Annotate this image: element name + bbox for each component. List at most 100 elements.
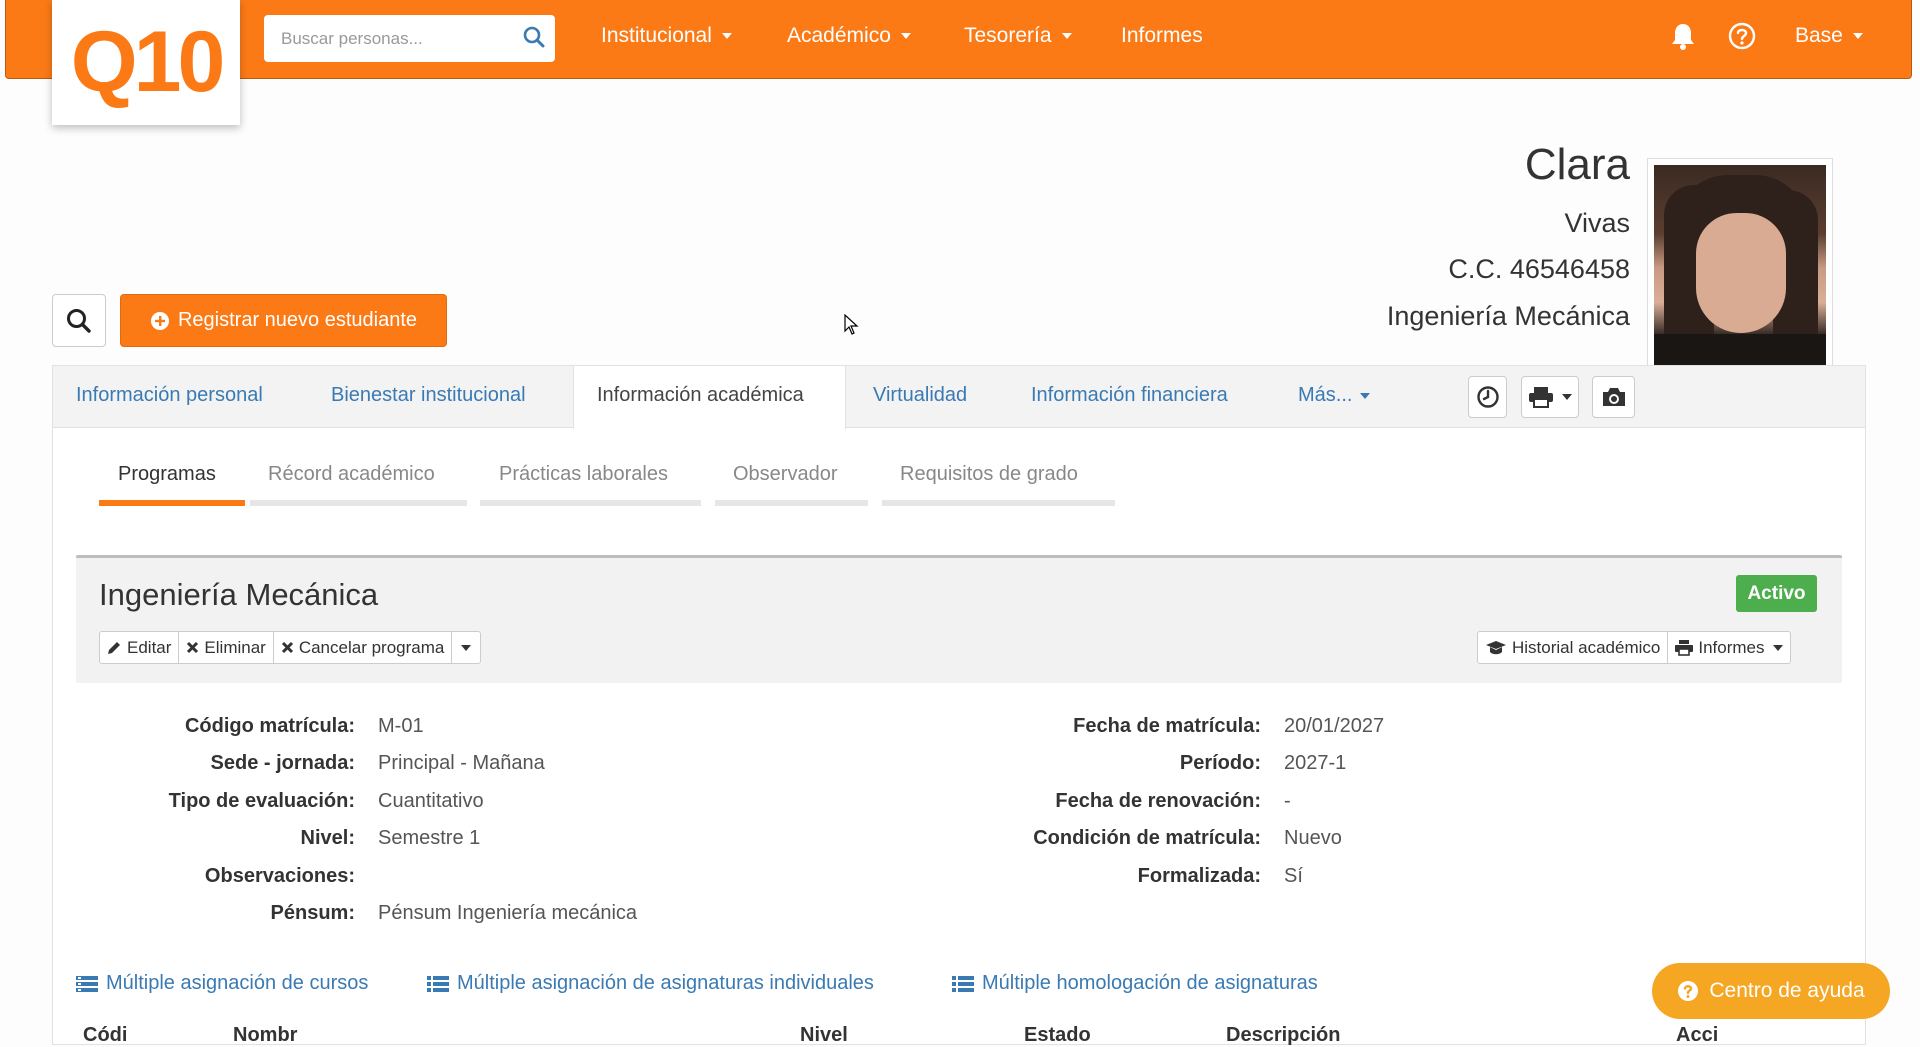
link-label: Múltiple asignación de cursos [106,972,369,994]
link-label: Múltiple homologación de asignaturas [982,972,1318,994]
detail-value: Semestre 1 [378,827,481,849]
printer-icon [1675,639,1694,656]
detail-label: Nivel: [300,827,355,849]
delete-label: Eliminar [204,637,266,657]
print-dropdown-button[interactable] [1521,376,1579,418]
detail-value: M-01 [378,715,424,737]
caret-down-icon [721,33,732,39]
nav-institucional[interactable]: Institucional [601,24,732,48]
subtab-practicas-laborales[interactable]: Prácticas laborales [499,463,668,486]
plus-circle-icon [150,311,169,330]
help-circle-icon[interactable] [1728,22,1756,55]
caret-down-icon [1061,33,1072,39]
subtab-programas[interactable]: Programas [118,463,216,486]
caret-down-icon [1773,644,1784,651]
detail-label: Fecha de matrícula: [1073,715,1261,737]
detail-value: Sí [1284,865,1303,887]
register-student-button[interactable]: Registrar nuevo estudiante [120,294,447,347]
historial-label: Historial académico [1512,637,1661,657]
search-icon[interactable] [523,26,545,53]
edit-program-button[interactable]: Editar [100,632,180,663]
nav-informes[interactable]: Informes [1121,24,1203,48]
nav-academico[interactable]: Académico [787,24,911,48]
tab-virtualidad[interactable]: Virtualidad [873,384,967,407]
table-header-cell: Estado [1024,1024,1091,1046]
caret-down-icon [461,644,472,651]
detail-value: Nuevo [1284,827,1342,849]
caret-down-icon [900,33,911,39]
delete-program-button[interactable]: Eliminar [179,632,274,663]
app-logo[interactable]: Q10 [52,0,240,125]
photo-button[interactable] [1592,376,1635,418]
cancel-program-label: Cancelar programa [298,637,445,657]
program-actions-group: Editar Eliminar Cancelar programa [99,631,482,664]
tab-mas-label: Más... [1298,384,1353,406]
student-last-name: Vivas [1564,208,1630,238]
question-circle-icon [1678,981,1699,1001]
multiple-subject-assignment-link[interactable]: Múltiple asignación de asignaturas indiv… [427,972,874,995]
history-button[interactable] [1468,376,1507,418]
informes-label: Informes [1698,637,1765,657]
tab-mas[interactable]: Más... [1298,384,1371,407]
program-title: Ingeniería Mecánica [99,577,379,612]
detail-label: Fecha de renovación: [1055,790,1261,812]
detail-label: Código matrícula: [184,715,355,737]
detail-value: - [1284,790,1291,812]
program-reports-group: Historial académico Informes [1477,631,1792,664]
register-student-label: Registrar nuevo estudiante [177,309,418,331]
user-menu[interactable]: Base [1795,24,1863,48]
times-icon [187,641,199,654]
clock-icon [1476,386,1499,408]
student-program: Ingeniería Mecánica [1386,301,1630,331]
informes-dropdown-button[interactable]: Informes [1668,632,1790,663]
help-center-button[interactable]: Centro de ayuda [1652,963,1890,1019]
student-first-name: Clara [1524,140,1630,189]
nav-label: Institucional [601,24,712,47]
multiple-course-assignment-link[interactable]: Múltiple asignación de cursos [76,972,368,995]
detail-value: Pénsum Ingeniería mecánica [378,902,638,924]
table-header-cell: Nombr [233,1024,298,1046]
tab-informacion-academica[interactable]: Información académica [597,384,804,407]
table-header-cell: Nivel [800,1024,848,1046]
table-header-cell: Acci [1676,1024,1719,1046]
table-header-cell: Descripción [1226,1024,1341,1046]
subtab-observador[interactable]: Observador [733,463,838,486]
user-menu-label: Base [1795,24,1843,47]
printer-icon [1529,387,1553,408]
tasks-icon [76,975,98,992]
subtab-indicator [882,500,1115,506]
tab-informacion-personal[interactable]: Información personal [76,384,263,407]
detail-label: Observaciones: [204,865,355,887]
multiple-homologation-link[interactable]: Múltiple homologación de asignaturas [952,972,1318,995]
caret-down-icon [1852,33,1863,39]
subtab-requisitos-de-grado[interactable]: Requisitos de grado [900,463,1078,486]
mouse-cursor-icon [844,314,859,335]
subtab-record-academico[interactable]: Récord académico [268,463,435,486]
detail-label: Tipo de evaluación: [168,790,355,812]
nav-tesoreria[interactable]: Tesorería [964,24,1072,48]
people-search-input[interactable] [264,28,504,49]
program-actions-dropdown[interactable] [452,632,480,663]
help-center-label: Centro de ayuda [1709,979,1865,1002]
nav-label: Académico [787,24,891,47]
cancel-program-button[interactable]: Cancelar programa [274,632,453,663]
detail-value: 20/01/2027 [1284,715,1385,737]
people-search [264,15,555,62]
detail-label: Período: [1179,752,1261,774]
subtab-indicator [715,500,868,506]
detail-label: Pénsum: [270,902,355,924]
historial-academico-button[interactable]: Historial académico [1478,632,1669,663]
tab-informacion-financiera[interactable]: Información financiera [1031,384,1228,407]
list-icon [952,975,974,992]
caret-down-icon [1360,392,1371,399]
table-header-cell: Códi [83,1024,128,1046]
bell-icon[interactable] [1670,22,1696,55]
detail-label: Formalizada: [1137,865,1261,887]
list-icon [427,975,449,992]
tab-bienestar-institucional[interactable]: Bienestar institucional [331,384,526,407]
logo-text: Q10 [70,14,226,110]
subtab-indicator [250,500,467,506]
caret-down-icon [1562,394,1572,400]
search-student-button[interactable] [52,294,106,347]
graduation-cap-icon [1486,640,1506,654]
